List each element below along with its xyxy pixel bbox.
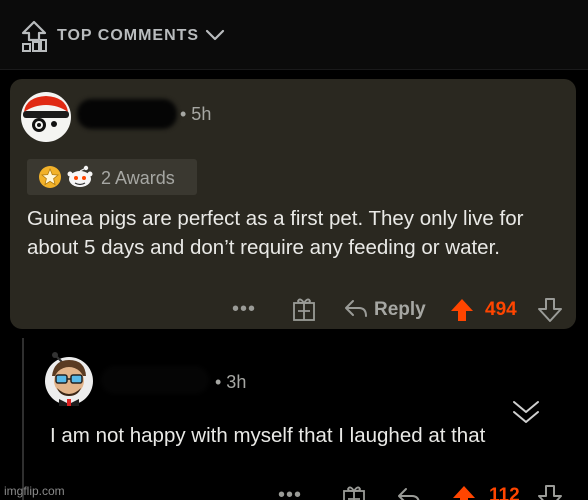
collapse-chevron-icon[interactable] bbox=[508, 398, 544, 428]
more-options-button[interactable]: ••• bbox=[278, 484, 302, 500]
watermark: imgflip.com bbox=[4, 484, 65, 498]
redacted-username bbox=[101, 366, 209, 394]
redacted-username bbox=[77, 99, 177, 129]
upvote-icon[interactable] bbox=[449, 297, 475, 323]
thread-line[interactable] bbox=[22, 338, 24, 500]
comment-timestamp: • 3h bbox=[215, 372, 247, 392]
awards-count-label: 2 Awards bbox=[101, 168, 175, 188]
chevron-down-icon[interactable] bbox=[205, 28, 225, 42]
reply-icon[interactable] bbox=[343, 298, 369, 320]
downvote-icon[interactable] bbox=[537, 484, 563, 500]
upvote-icon[interactable] bbox=[451, 484, 477, 500]
reply-icon[interactable] bbox=[396, 486, 422, 500]
top-sort-icon[interactable] bbox=[20, 20, 48, 52]
gift-award-icon[interactable] bbox=[291, 296, 317, 322]
downvote-icon[interactable] bbox=[537, 297, 563, 323]
comment-body: I am not happy with myself that I laughe… bbox=[50, 424, 486, 447]
reply-button[interactable]: Reply bbox=[374, 299, 426, 321]
silver-award-icon bbox=[39, 166, 61, 188]
avatar[interactable] bbox=[20, 91, 72, 143]
avatar[interactable] bbox=[42, 348, 96, 406]
vote-score: 494 bbox=[485, 299, 517, 320]
gift-award-icon[interactable] bbox=[341, 484, 367, 500]
wholesome-award-icon bbox=[67, 165, 93, 187]
comment-timestamp: • 5h bbox=[180, 104, 212, 124]
sort-label[interactable]: TOP COMMENTS bbox=[57, 27, 199, 45]
more-options-button[interactable]: ••• bbox=[232, 298, 256, 321]
comment-body: Guinea pigs are perfect as a first pet. … bbox=[27, 207, 524, 259]
vote-score: 112 bbox=[489, 485, 520, 500]
